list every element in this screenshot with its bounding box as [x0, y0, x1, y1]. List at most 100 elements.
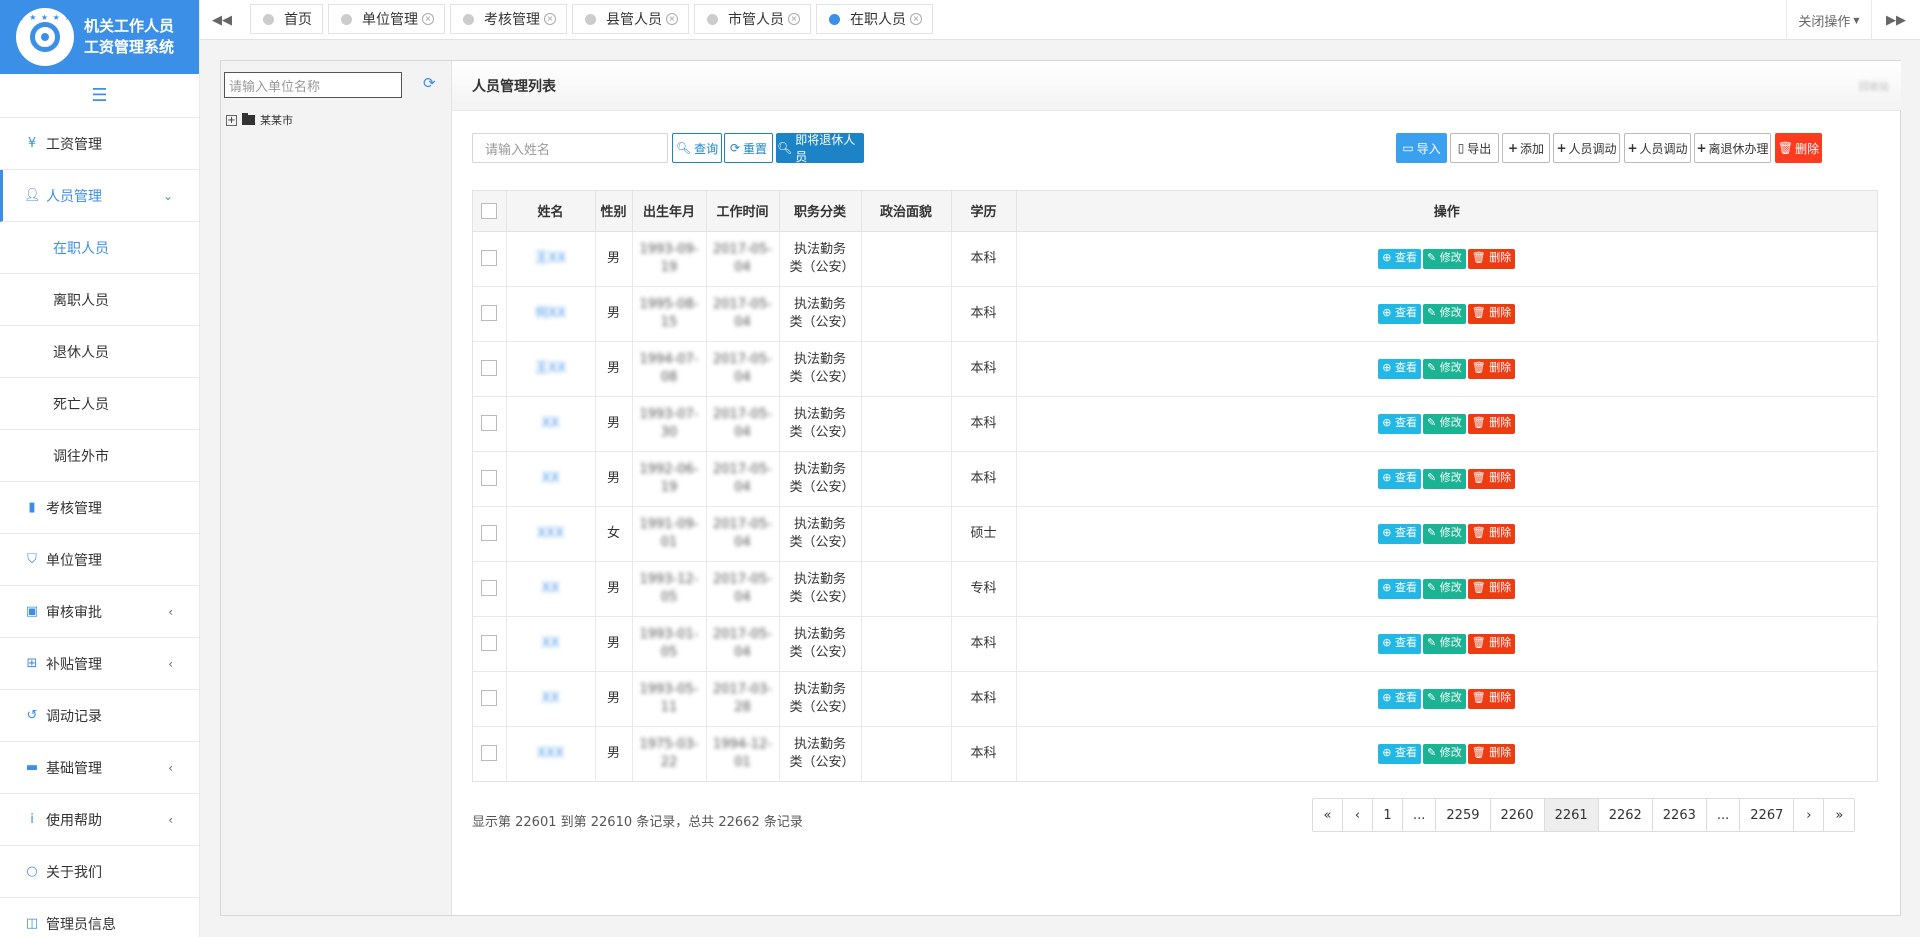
person-name-link[interactable]: XX: [542, 691, 560, 706]
row-delete-button[interactable]: 🗑︎ 删除: [1467, 303, 1516, 324]
close-icon[interactable]: ×: [910, 13, 922, 25]
close-ops-dropdown[interactable]: 关闭操作 ▼: [1786, 0, 1872, 40]
row-delete-button[interactable]: 🗑︎ 删除: [1467, 248, 1516, 269]
person-name-link[interactable]: XXX: [537, 526, 564, 541]
tab-0[interactable]: 首页: [250, 4, 323, 34]
sidebar-item-3[interactable]: 离职人员: [0, 274, 199, 326]
tab-3[interactable]: 县管人员 ×: [572, 4, 689, 34]
row-checkbox[interactable]: [481, 635, 498, 651]
row-delete-button[interactable]: 🗑︎ 删除: [1467, 468, 1516, 489]
export-button[interactable]: ▯ 导出: [1450, 133, 1499, 163]
sidebar-item-4[interactable]: 退休人员: [0, 326, 199, 378]
sidebar-item-1[interactable]: 👤︎ 人员管理 ⌄: [0, 170, 199, 222]
tab-1[interactable]: 单位管理 ×: [328, 4, 445, 34]
sidebar-item-11[interactable]: ↺ 调动记录: [0, 690, 199, 742]
row-checkbox[interactable]: [481, 580, 498, 596]
query-button[interactable]: 🔍︎ 查询: [672, 133, 722, 163]
sidebar-item-12[interactable]: ▬ 基础管理 ‹: [0, 742, 199, 794]
view-button[interactable]: ⊕ 查看: [1378, 578, 1422, 599]
person-name-link[interactable]: 何XX: [535, 306, 566, 321]
name-search-input[interactable]: 请输入姓名: [472, 133, 668, 163]
refresh-icon[interactable]: ⟳: [423, 74, 436, 92]
page-item[interactable]: ›: [1794, 799, 1825, 831]
edit-button[interactable]: ✎ 修改: [1423, 413, 1466, 434]
select-all-checkbox[interactable]: [481, 202, 498, 219]
tab-4[interactable]: 市管人员 ×: [694, 4, 811, 34]
edit-button[interactable]: ✎ 修改: [1423, 303, 1466, 324]
page-item[interactable]: 2262: [1598, 799, 1653, 831]
delete-button[interactable]: 🗑︎ 删除: [1775, 133, 1822, 163]
view-button[interactable]: ⊕ 查看: [1378, 248, 1422, 269]
tab-2[interactable]: 考核管理 ×: [450, 4, 567, 34]
close-icon[interactable]: ×: [666, 13, 678, 25]
person-name-link[interactable]: 王XX: [535, 361, 566, 376]
page-item[interactable]: 2263: [1652, 799, 1707, 831]
edit-button[interactable]: ✎ 修改: [1423, 633, 1466, 654]
unit-search-input[interactable]: 请输入单位名称: [224, 72, 402, 98]
menu-toggle-icon[interactable]: ☰: [0, 74, 199, 118]
sidebar-item-10[interactable]: ⊞ 补贴管理 ‹: [0, 638, 199, 690]
page-item[interactable]: ‹: [1343, 799, 1373, 831]
row-delete-button[interactable]: 🗑︎ 删除: [1467, 688, 1516, 709]
row-delete-button[interactable]: 🗑︎ 删除: [1467, 358, 1516, 379]
person-name-link[interactable]: XX: [542, 416, 560, 431]
view-button[interactable]: ⊕ 查看: [1378, 523, 1422, 544]
edit-button[interactable]: ✎ 修改: [1423, 248, 1466, 269]
edit-button[interactable]: ✎ 修改: [1423, 523, 1466, 544]
row-checkbox[interactable]: [481, 470, 498, 486]
page-item[interactable]: «: [1313, 799, 1343, 831]
page-item[interactable]: »: [1824, 799, 1855, 831]
scroll-left-icon[interactable]: ◀◀: [204, 0, 240, 40]
view-button[interactable]: ⊕ 查看: [1378, 633, 1422, 654]
row-checkbox[interactable]: [481, 690, 498, 706]
close-icon[interactable]: ×: [788, 13, 800, 25]
reset-button[interactable]: ⟳ 重置: [724, 133, 773, 163]
row-delete-button[interactable]: 🗑︎ 删除: [1467, 743, 1516, 764]
row-delete-button[interactable]: 🗑︎ 删除: [1467, 413, 1516, 434]
sidebar-item-7[interactable]: ▮ 考核管理: [0, 482, 199, 534]
page-item[interactable]: 2261: [1544, 799, 1599, 831]
row-delete-button[interactable]: 🗑︎ 删除: [1467, 578, 1516, 599]
row-delete-button[interactable]: 🗑︎ 删除: [1467, 523, 1516, 544]
page-item[interactable]: 2260: [1490, 799, 1545, 831]
row-delete-button[interactable]: 🗑︎ 删除: [1467, 633, 1516, 654]
expand-icon[interactable]: +: [226, 114, 237, 126]
view-button[interactable]: ⊕ 查看: [1378, 358, 1422, 379]
sidebar-item-6[interactable]: 调往外市: [0, 430, 199, 482]
row-checkbox[interactable]: [481, 745, 498, 762]
person-name-link[interactable]: XX: [542, 636, 560, 651]
close-icon[interactable]: ×: [422, 13, 434, 25]
person-name-link[interactable]: XX: [542, 581, 560, 596]
view-button[interactable]: ⊕ 查看: [1378, 688, 1422, 709]
row-checkbox[interactable]: [481, 415, 498, 431]
row-checkbox[interactable]: [481, 305, 498, 321]
person-name-link[interactable]: XX: [542, 471, 560, 486]
sidebar-item-8[interactable]: ⛉ 单位管理: [0, 534, 199, 586]
sidebar-item-9[interactable]: ▣ 审核审批 ‹: [0, 586, 199, 638]
transfer-button-1[interactable]: + 人员调动: [1553, 133, 1620, 163]
transfer-button-2[interactable]: + 人员调动: [1624, 133, 1691, 163]
close-icon[interactable]: ×: [544, 13, 556, 25]
add-button[interactable]: + 添加: [1502, 133, 1550, 163]
import-button[interactable]: ▭ 导入: [1396, 133, 1447, 163]
view-button[interactable]: ⊕ 查看: [1378, 303, 1422, 324]
person-name-link[interactable]: XXX: [537, 746, 564, 761]
page-item[interactable]: 2259: [1436, 799, 1491, 831]
edit-button[interactable]: ✎ 修改: [1423, 688, 1466, 709]
scroll-right-icon[interactable]: ▶▶: [1878, 0, 1914, 40]
sidebar-item-5[interactable]: 死亡人员: [0, 378, 199, 430]
page-item[interactable]: 1: [1373, 799, 1403, 831]
row-checkbox[interactable]: [481, 250, 498, 266]
edit-button[interactable]: ✎ 修改: [1423, 468, 1466, 489]
sidebar-item-0[interactable]: ¥ 工资管理: [0, 118, 199, 170]
sidebar-item-2[interactable]: 在职人员: [0, 222, 199, 274]
tree-node-root[interactable]: + 某某市: [226, 112, 293, 128]
view-button[interactable]: ⊕ 查看: [1378, 413, 1422, 434]
edit-button[interactable]: ✎ 修改: [1423, 358, 1466, 379]
page-item[interactable]: 2267: [1740, 799, 1795, 831]
sidebar-item-15[interactable]: ◫ 管理员信息: [0, 898, 199, 937]
row-checkbox[interactable]: [481, 525, 498, 541]
person-name-link[interactable]: 王XX: [535, 251, 566, 266]
tab-5[interactable]: 在职人员 ×: [816, 4, 933, 34]
sidebar-item-13[interactable]: i 使用帮助 ‹: [0, 794, 199, 846]
